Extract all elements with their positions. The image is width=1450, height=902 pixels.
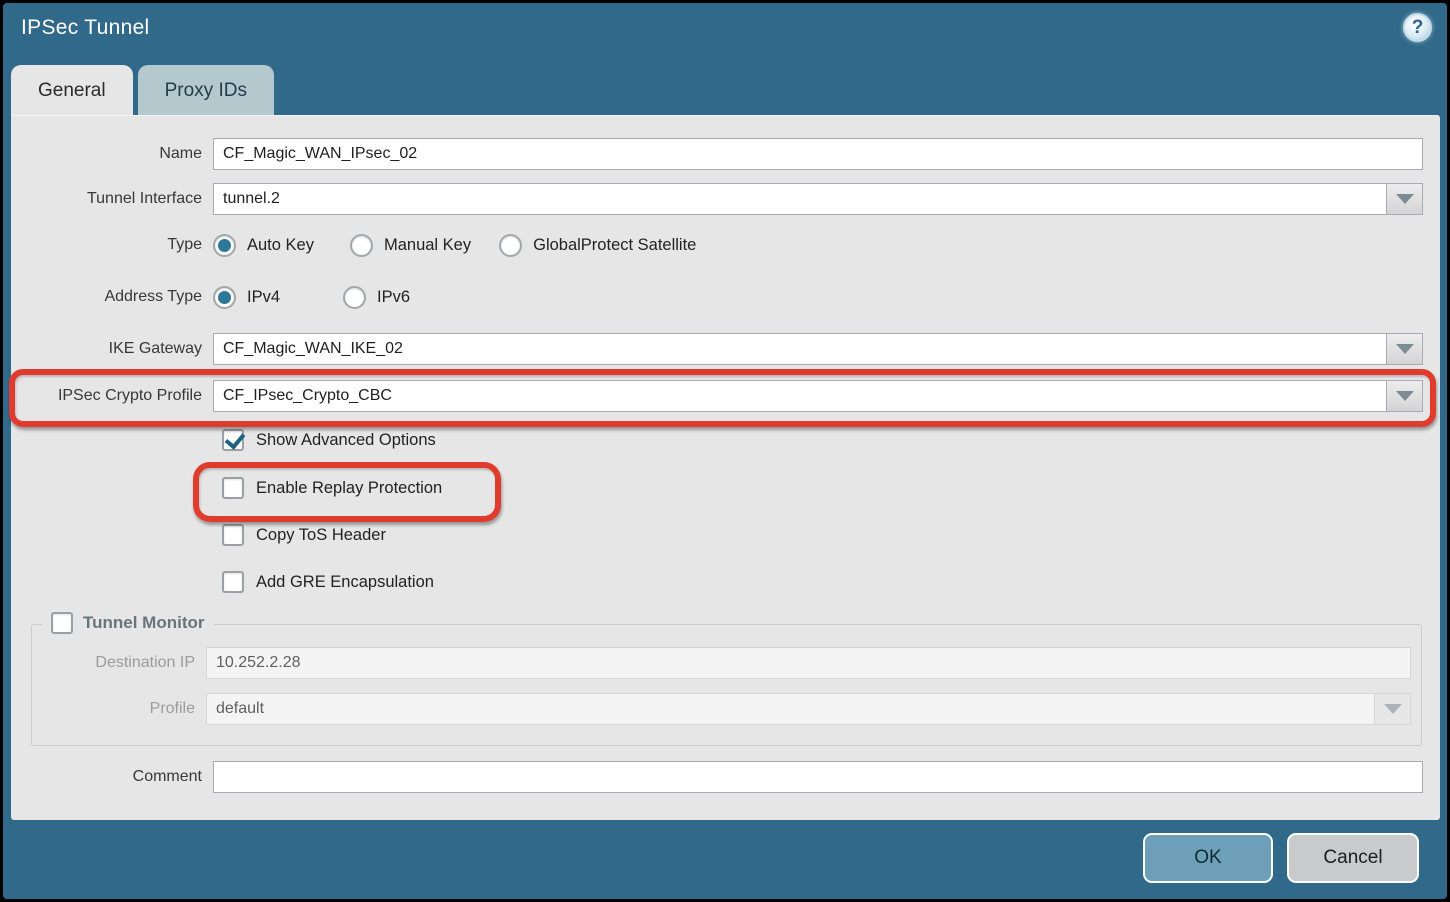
radio-label: IPv6 <box>377 288 410 307</box>
checkbox-icon[interactable] <box>222 477 244 499</box>
checkbox-label: Enable Replay Protection <box>256 479 442 498</box>
radio-icon[interactable] <box>343 286 366 309</box>
general-tab-panel: Name Tunnel Interface Type Auto Key Manu… <box>11 115 1440 820</box>
checkbox-label: Show Advanced Options <box>256 431 436 450</box>
radio-ipv4[interactable]: IPv4 <box>213 286 280 309</box>
name-row: Name <box>11 138 1423 170</box>
tunnel-monitor-legend: Tunnel Monitor <box>42 612 214 634</box>
tab-general[interactable]: General <box>11 65 133 116</box>
radio-label: Manual Key <box>384 236 471 255</box>
help-icon[interactable]: ? <box>1403 13 1432 42</box>
address-type-row: Address Type IPv4 IPv6 <box>11 283 1423 311</box>
chevron-down-icon <box>1396 391 1414 401</box>
comment-label: Comment <box>11 768 213 786</box>
ike-gateway-label: IKE Gateway <box>11 340 213 358</box>
type-radio-group: Auto Key Manual Key GlobalProtect Satell… <box>213 234 696 257</box>
destination-ip-input <box>206 647 1411 679</box>
monitor-profile-input <box>206 693 1375 725</box>
tunnel-interface-label: Tunnel Interface <box>11 190 213 208</box>
name-label: Name <box>11 145 213 163</box>
chevron-down-icon <box>1396 344 1414 354</box>
type-label: Type <box>11 236 213 254</box>
monitor-profile-label: Profile <box>32 700 206 718</box>
checkbox-label: Add GRE Encapsulation <box>256 573 434 592</box>
chevron-down-icon <box>1384 704 1402 714</box>
address-type-label: Address Type <box>11 288 213 306</box>
checkbox-label: Copy ToS Header <box>256 526 386 545</box>
name-input[interactable] <box>213 138 1423 170</box>
comment-input[interactable] <box>213 761 1423 793</box>
radio-label: GlobalProtect Satellite <box>533 236 696 255</box>
destination-ip-row: Destination IP <box>32 647 1411 679</box>
radio-icon[interactable] <box>213 286 236 309</box>
comment-row: Comment <box>11 761 1423 793</box>
radio-globalprotect-satellite[interactable]: GlobalProtect Satellite <box>499 234 696 257</box>
ipsec-crypto-profile-row: IPSec Crypto Profile <box>11 380 1423 412</box>
destination-ip-label: Destination IP <box>32 654 206 672</box>
ike-gateway-dropdown-button[interactable] <box>1387 333 1423 365</box>
tunnel-monitor-label: Tunnel Monitor <box>83 613 205 633</box>
radio-ipv6[interactable]: IPv6 <box>343 286 410 309</box>
ipsec-crypto-profile-input[interactable] <box>213 380 1387 412</box>
tab-proxy-ids[interactable]: Proxy IDs <box>138 65 274 116</box>
ike-gateway-input[interactable] <box>213 333 1387 365</box>
checkbox-icon[interactable] <box>222 571 244 593</box>
tunnel-interface-row: Tunnel Interface <box>11 183 1423 215</box>
address-type-radio-group: IPv4 IPv6 <box>213 286 410 309</box>
tunnel-interface-input[interactable] <box>213 183 1387 215</box>
type-row: Type Auto Key Manual Key GlobalProtect S… <box>11 231 1423 259</box>
add-gre-encapsulation-checkbox-row[interactable]: Add GRE Encapsulation <box>222 571 434 593</box>
ok-button[interactable]: OK <box>1143 833 1273 883</box>
cancel-button[interactable]: Cancel <box>1287 833 1419 883</box>
monitor-profile-dropdown-button <box>1375 693 1411 725</box>
radio-icon[interactable] <box>350 234 373 257</box>
radio-icon[interactable] <box>499 234 522 257</box>
tunnel-monitor-checkbox[interactable] <box>51 612 73 634</box>
tunnel-interface-dropdown-button[interactable] <box>1387 183 1423 215</box>
dialog-title: IPSec Tunnel <box>21 16 150 40</box>
chevron-down-icon <box>1396 194 1414 204</box>
monitor-profile-row: Profile <box>32 693 1411 725</box>
radio-auto-key[interactable]: Auto Key <box>213 234 314 257</box>
radio-label: Auto Key <box>247 236 314 255</box>
enable-replay-protection-checkbox-row[interactable]: Enable Replay Protection <box>222 477 442 499</box>
ipsec-crypto-profile-dropdown-button[interactable] <box>1387 380 1423 412</box>
ike-gateway-row: IKE Gateway <box>11 333 1423 365</box>
show-advanced-options-checkbox-row[interactable]: Show Advanced Options <box>222 429 436 451</box>
ipsec-crypto-profile-label: IPSec Crypto Profile <box>11 387 213 405</box>
radio-manual-key[interactable]: Manual Key <box>350 234 471 257</box>
copy-tos-header-checkbox-row[interactable]: Copy ToS Header <box>222 524 386 546</box>
radio-label: IPv4 <box>247 288 280 307</box>
checkbox-icon[interactable] <box>222 429 244 451</box>
checkbox-icon[interactable] <box>222 524 244 546</box>
tab-bar: General Proxy IDs <box>11 65 274 116</box>
ipsec-tunnel-dialog: IPSec Tunnel ? General Proxy IDs Name Tu… <box>0 0 1450 902</box>
radio-icon[interactable] <box>213 234 236 257</box>
tunnel-monitor-fieldset: Tunnel Monitor Destination IP Profile <box>31 624 1422 746</box>
